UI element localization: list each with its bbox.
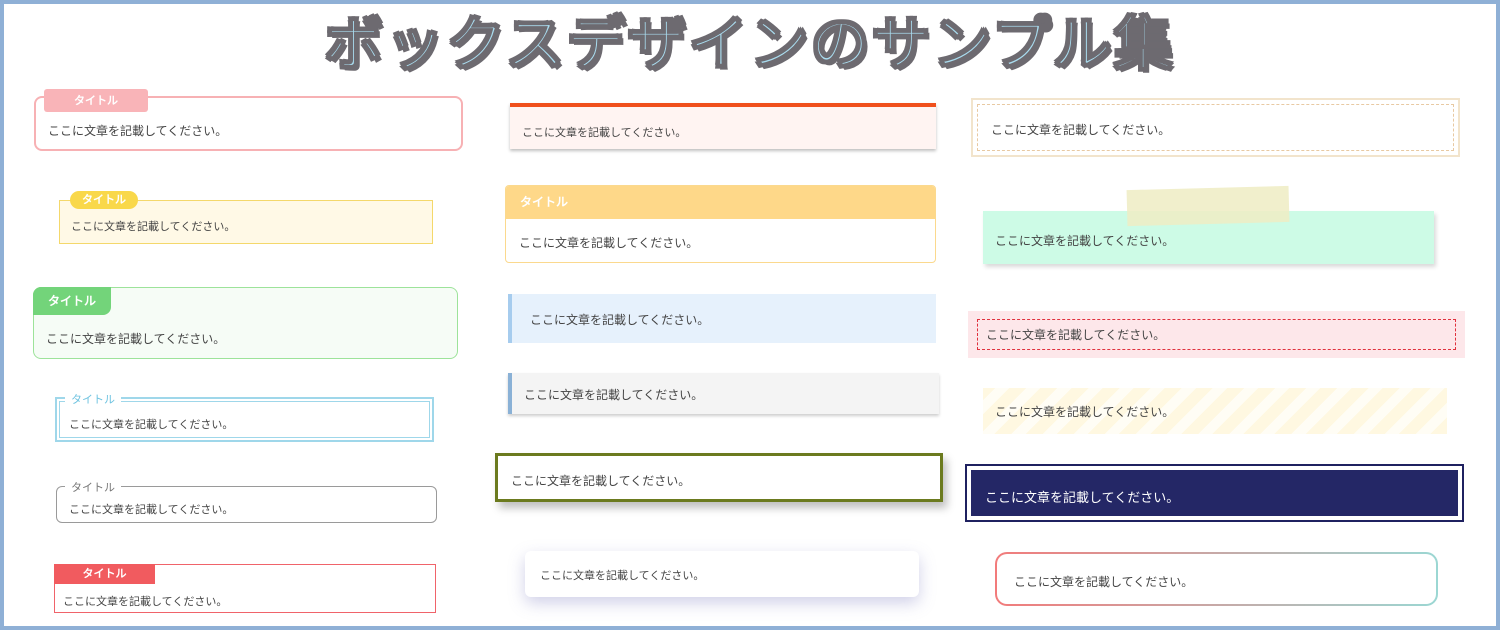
box-yellow-stripes: ここに文章を記載してください。 <box>983 388 1447 434</box>
box-text: ここに文章を記載してください。 <box>519 236 699 250</box>
box-text: ここに文章を記載してください。 <box>46 332 226 346</box>
box-navy: ここに文章を記載してください。 <box>965 464 1464 522</box>
box-text: ここに文章を記載してください。 <box>69 503 234 516</box>
box-gray-left-border: ここに文章を記載してください。 <box>508 373 939 414</box>
box-olive-shadow: ここに文章を記載してください。 <box>495 453 943 502</box>
box-yellow-header: タイトル ここに文章を記載してください。 <box>505 185 936 263</box>
box-text: ここに文章を記載してください。 <box>1014 575 1194 589</box>
box-text: ここに文章を記載してください。 <box>540 569 705 582</box>
box-label: タイトル <box>70 191 138 209</box>
box-text: ここに文章を記載してください。 <box>63 595 228 608</box>
box-text: ここに文章を記載してください。 <box>995 405 1175 419</box>
box-label: タイトル <box>65 479 121 495</box>
box-soft-shadow: ここに文章を記載してください。 <box>525 551 919 597</box>
box-text: ここに文章を記載してください。 <box>530 313 710 327</box>
box-text: ここに文章を記載してください。 <box>71 220 236 233</box>
box-beige-dashed: ここに文章を記載してください。 <box>971 98 1460 157</box>
box-red-tab-title: タイトル ここに文章を記載してください。 <box>54 564 436 613</box>
box-text: ここに文章を記載してください。 <box>69 418 234 431</box>
box-gradient-border: ここに文章を記載してください。 <box>995 552 1438 606</box>
box-text: ここに文章を記載してください。 <box>522 126 687 139</box>
box-blue-double-border: タイトル ここに文章を記載してください。 <box>55 391 434 442</box>
box-label: タイトル <box>54 564 155 584</box>
masking-tape <box>1126 185 1290 227</box>
page-title: ボックスデザインのサンプル集 <box>324 9 1176 79</box>
box-text: ここに文章を記載してください。 <box>48 124 228 138</box>
box-pink-title: タイトル ここに文章を記載してください。 <box>34 89 463 151</box>
box-text: ここに文章を記載してください。 <box>524 388 704 402</box>
box-text: ここに文章を記載してください。 <box>511 474 691 488</box>
box-label: タイトル <box>65 391 121 407</box>
box-blue-left-border: ここに文章を記載してください。 <box>508 294 936 343</box>
box-label: タイトル <box>44 89 148 112</box>
box-text: ここに文章を記載してください。 <box>995 234 1175 248</box>
box-yellow-pill-title: タイトル ここに文章を記載してください。 <box>59 191 433 244</box>
box-gray-fieldset: タイトル ここに文章を記載してください。 <box>56 479 437 523</box>
box-orange-top-border: ここに文章を記載してください。 <box>510 103 936 149</box>
box-pink-red-dashed: ここに文章を記載してください。 <box>968 311 1465 358</box>
box-label: タイトル <box>33 287 111 315</box>
box-text: ここに文章を記載してください。 <box>991 123 1171 137</box>
box-header-bar <box>506 186 935 219</box>
box-text: ここに文章を記載してください。 <box>986 328 1166 342</box>
box-green-tab-title: タイトル ここに文章を記載してください。 <box>33 287 458 359</box>
box-text: ここに文章を記載してください。 <box>985 491 1180 506</box>
box-label: タイトル <box>520 195 569 209</box>
